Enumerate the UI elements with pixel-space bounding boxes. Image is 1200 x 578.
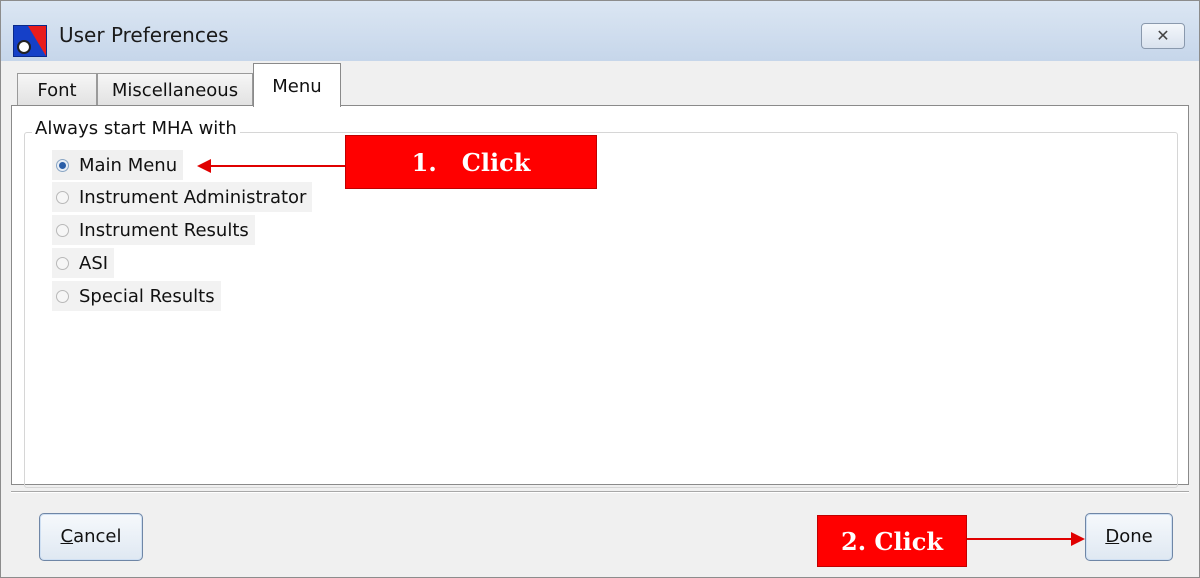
option-asi[interactable]: ASI (52, 248, 115, 278)
option-instrument-results[interactable]: Instrument Results (52, 215, 255, 245)
window-title: User Preferences (59, 23, 229, 47)
radio-checked-icon[interactable] (56, 158, 69, 172)
radio-unchecked-icon[interactable] (56, 256, 69, 270)
radio-unchecked-icon[interactable] (56, 289, 69, 303)
cancel-label: ancel (73, 526, 122, 547)
annotation-arrow-left (197, 159, 345, 173)
app-icon (13, 25, 47, 57)
tab-menu[interactable]: Menu (253, 63, 341, 107)
user-preferences-dialog: User Preferences ✕ Font Miscellaneous Me… (0, 0, 1200, 578)
option-label: Instrument Results (79, 219, 249, 241)
option-main-menu[interactable]: Main Menu (52, 150, 184, 180)
footer-divider (11, 491, 1189, 493)
annotation-step2: 2. Click (817, 515, 967, 567)
option-special-results[interactable]: Special Results (52, 281, 221, 311)
option-label: ASI (79, 252, 109, 274)
cancel-button[interactable]: Cancel (39, 513, 143, 561)
title-bar: User Preferences ✕ (1, 1, 1199, 61)
done-button[interactable]: Done (1085, 513, 1173, 561)
option-label: Instrument Administrator (79, 186, 307, 208)
annotation-arrow-right (967, 532, 1085, 546)
done-mnemonic: D (1105, 526, 1120, 547)
option-label: Special Results (79, 285, 215, 307)
radio-unchecked-icon[interactable] (56, 190, 69, 204)
done-label: one (1119, 526, 1153, 547)
menu-tab-panel: Always start MHA with Main Menu Instrume… (11, 105, 1189, 488)
tab-miscellaneous[interactable]: Miscellaneous (97, 73, 253, 105)
option-label: Main Menu (79, 154, 178, 176)
option-instrument-administrator[interactable]: Instrument Administrator (52, 182, 313, 212)
annotation-step1: 1. Click (345, 135, 597, 189)
tab-font[interactable]: Font (17, 73, 97, 105)
radio-unchecked-icon[interactable] (56, 223, 69, 237)
groupbox-legend: Always start MHA with (32, 118, 240, 139)
close-icon: ✕ (1156, 26, 1170, 45)
cancel-mnemonic: C (60, 526, 74, 547)
close-button[interactable]: ✕ (1141, 23, 1185, 49)
